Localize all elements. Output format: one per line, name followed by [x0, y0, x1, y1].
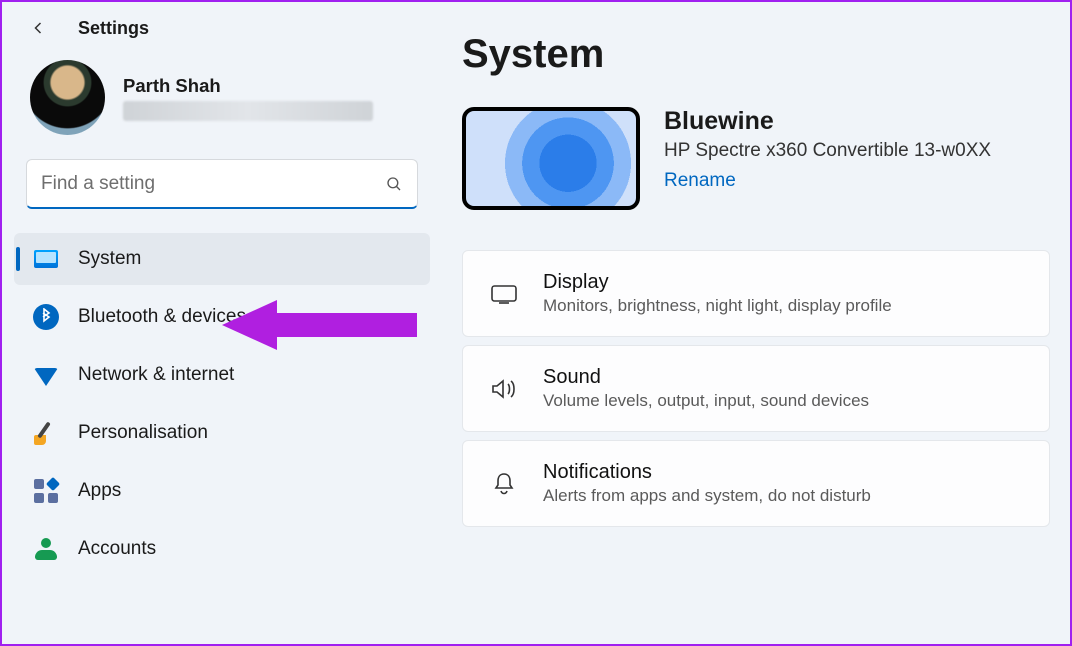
- display-icon: [489, 283, 519, 305]
- search-icon: [385, 175, 403, 193]
- bell-icon: [489, 471, 519, 497]
- rename-link[interactable]: Rename: [664, 170, 736, 191]
- page-title: System: [462, 32, 1050, 77]
- device-model: HP Spectre x360 Convertible 13-w0XX: [664, 140, 991, 162]
- device-thumbnail[interactable]: [462, 107, 640, 210]
- sidebar-item-apps[interactable]: Apps: [14, 465, 430, 517]
- sidebar-item-label: System: [78, 248, 141, 270]
- arrow-left-icon: [28, 18, 48, 38]
- monitor-icon: [32, 245, 60, 273]
- settings-card-sound[interactable]: Sound Volume levels, output, input, soun…: [462, 345, 1050, 432]
- settings-card-notifications[interactable]: Notifications Alerts from apps and syste…: [462, 440, 1050, 527]
- paintbrush-icon: [32, 419, 60, 447]
- profile-block[interactable]: Parth Shah: [2, 50, 442, 153]
- person-icon: [32, 535, 60, 563]
- sidebar-item-network[interactable]: Network & internet: [14, 349, 430, 401]
- device-name: Bluewine: [664, 107, 991, 136]
- settings-card-display[interactable]: Display Monitors, brightness, night ligh…: [462, 250, 1050, 337]
- sidebar-item-personalisation[interactable]: Personalisation: [14, 407, 430, 459]
- sidebar-item-label: Personalisation: [78, 422, 208, 444]
- apps-icon: [32, 477, 60, 505]
- wifi-icon: [32, 361, 60, 389]
- main-content: System Bluewine HP Spectre x360 Converti…: [442, 2, 1070, 644]
- speaker-icon: [489, 377, 519, 401]
- card-title: Display: [543, 271, 892, 294]
- bluetooth-icon: [32, 303, 60, 331]
- card-title: Sound: [543, 366, 869, 389]
- card-title: Notifications: [543, 461, 871, 484]
- sidebar-item-label: Bluetooth & devices: [78, 306, 246, 328]
- avatar: [30, 60, 105, 135]
- search-box[interactable]: [26, 159, 418, 209]
- profile-name: Parth Shah: [123, 75, 373, 97]
- sidebar-item-label: Accounts: [78, 538, 156, 560]
- sidebar-item-label: Network & internet: [78, 364, 234, 386]
- card-subtitle: Alerts from apps and system, do not dist…: [543, 486, 871, 506]
- annotation-arrow: [222, 300, 417, 350]
- device-block: Bluewine HP Spectre x360 Convertible 13-…: [462, 107, 1050, 210]
- app-title: Settings: [78, 18, 149, 39]
- search-input[interactable]: [41, 173, 385, 195]
- sidebar-item-accounts[interactable]: Accounts: [14, 523, 430, 575]
- sidebar-nav: System Bluetooth & devices Network & int…: [2, 227, 442, 587]
- card-subtitle: Volume levels, output, input, sound devi…: [543, 391, 869, 411]
- back-button[interactable]: [22, 12, 54, 44]
- sidebar-item-system[interactable]: System: [14, 233, 430, 285]
- card-subtitle: Monitors, brightness, night light, displ…: [543, 296, 892, 316]
- sidebar-item-label: Apps: [78, 480, 121, 502]
- profile-email-redacted: [123, 101, 373, 121]
